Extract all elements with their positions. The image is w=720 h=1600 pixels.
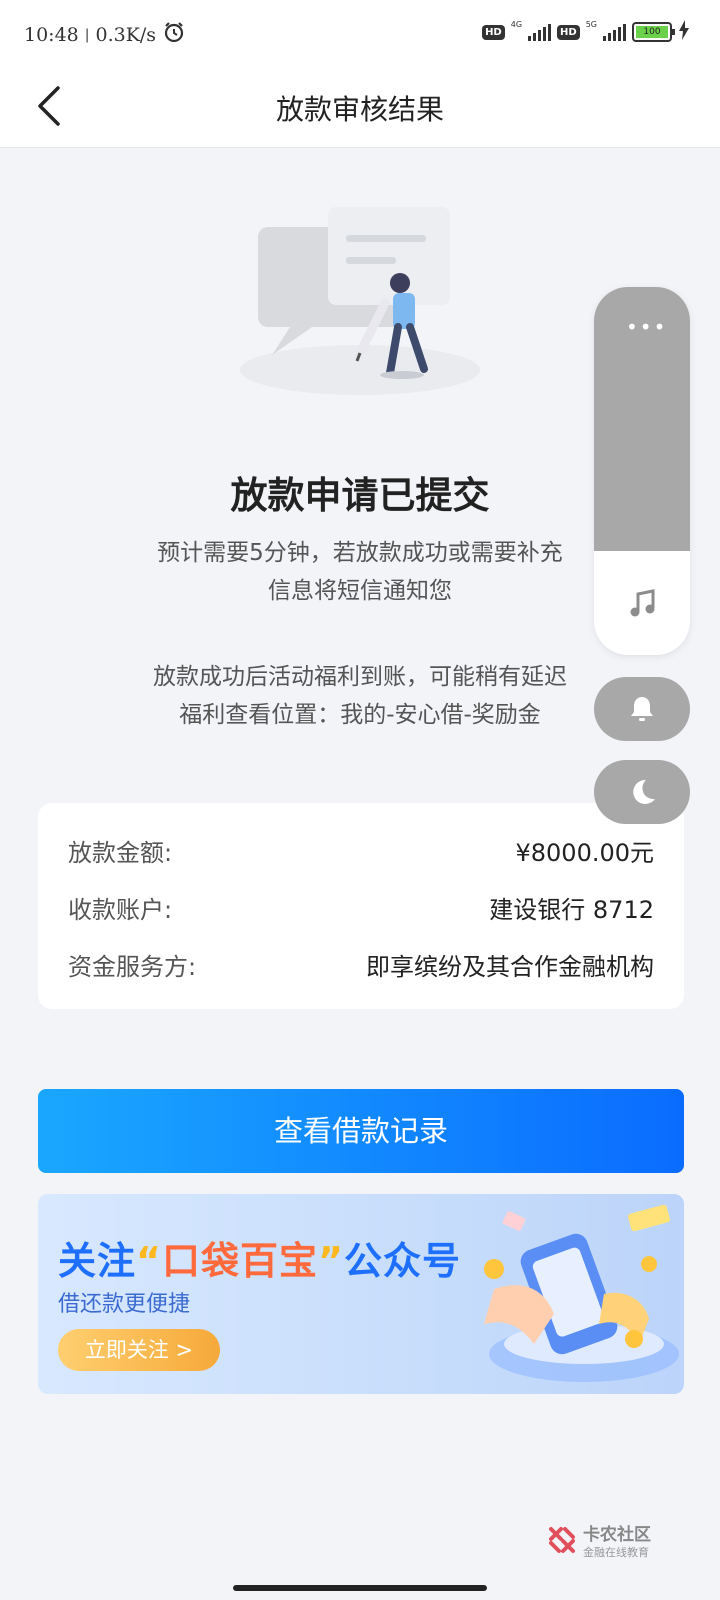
signal-icon <box>528 23 552 41</box>
desc-line-2: 信息将短信通知您 <box>268 578 452 604</box>
ring-mode-button[interactable] <box>594 677 690 741</box>
provider-label: 资金服务方: <box>68 952 197 981</box>
network-5g-label: 5G <box>585 19 597 29</box>
status-right: HD 4G HD 5G 100 <box>482 20 690 44</box>
bell-icon <box>631 697 653 721</box>
account-value: 建设银行 8712 <box>489 895 654 924</box>
result-description: 预计需要5分钟，若放款成功或需要补充 信息将短信通知您 <box>110 534 610 610</box>
status-bar: 10:48 | 0.3K/s HD 4G HD 5G 100 <box>0 0 720 64</box>
info-row-account: 收款账户: 建设银行 8712 <box>68 887 654 927</box>
banner-subtitle: 借还款更便捷 <box>58 1292 191 1317</box>
nav-bar: 放款审核结果 <box>0 64 720 148</box>
page-title: 放款审核结果 <box>275 93 444 126</box>
status-separator: | <box>84 26 90 43</box>
amount-label: 放款金额: <box>68 838 173 867</box>
banner-quote-open: “ <box>136 1239 162 1283</box>
provider-value: 即享缤纷及其合作金融机构 <box>366 952 654 981</box>
alarm-icon <box>162 20 186 49</box>
info-row-amount: 放款金额: ¥8000.00元 <box>68 830 654 870</box>
info-row-provider: 资金服务方: 即享缤纷及其合作金融机构 <box>68 944 654 984</box>
desc-line-1: 预计需要5分钟，若放款成功或需要补充 <box>157 540 563 566</box>
signal-icon-2 <box>603 23 626 41</box>
kanong-watermark: 卡农社区 金融在线教育 <box>545 1518 675 1562</box>
do-not-disturb-button[interactable] <box>594 760 690 824</box>
follow-account-banner[interactable]: 关注“口袋百宝”公众号 借还款更便捷 立即关注 > <box>38 1194 684 1394</box>
watermark-tagline: 金融在线教育 <box>583 1546 649 1559</box>
loan-info-card: 放款金额: ¥8000.00元 收款账户: 建设银行 8712 资金服务方: 即… <box>38 803 684 1009</box>
watermark-name: 卡农社区 <box>583 1525 651 1545</box>
hd-badge-2: HD <box>557 24 580 40</box>
follow-now-button[interactable]: 立即关注 > <box>58 1329 220 1371</box>
hd-badge: HD <box>482 24 505 40</box>
phone-coins-illustration <box>484 1204 679 1382</box>
network-4g-label: 4G <box>510 19 523 29</box>
status-net-speed: 0.3K/s <box>95 23 157 46</box>
floating-control-panel[interactable]: ••• <box>594 287 690 655</box>
charging-icon <box>678 20 690 44</box>
more-dots-icon[interactable]: ••• <box>626 315 667 339</box>
moon-icon <box>633 779 655 804</box>
kanong-logo-icon <box>549 1527 575 1553</box>
desc-line-3: 放款成功后活动福利到账，可能稍有延迟 <box>153 664 567 690</box>
status-left: 10:48 | 0.3K/s <box>24 20 186 49</box>
account-label: 收款账户: <box>68 895 173 924</box>
desc-line-4: 福利查看位置：我的-安心借-奖励金 <box>179 702 541 728</box>
battery-icon: 100 <box>632 22 675 42</box>
banner-title: 关注“口袋百宝”公众号 <box>58 1230 461 1285</box>
amount-value: ¥8000.00元 <box>515 838 654 867</box>
benefit-description: 放款成功后活动福利到账，可能稍有延迟 福利查看位置：我的-安心借-奖励金 <box>110 658 610 734</box>
submitted-illustration <box>230 195 490 395</box>
banner-title-name: 口袋百宝 <box>162 1239 319 1283</box>
banner-title-pre: 关注 <box>58 1239 137 1283</box>
banner-quote-close: ” <box>318 1239 344 1283</box>
battery-level: 100 <box>636 26 668 38</box>
music-note-icon[interactable] <box>594 587 690 630</box>
volume-slider[interactable]: ••• <box>594 287 690 551</box>
status-time: 10:48 <box>24 23 79 46</box>
view-loan-records-button[interactable]: 查看借款记录 <box>38 1089 684 1173</box>
home-indicator[interactable] <box>233 1585 487 1591</box>
